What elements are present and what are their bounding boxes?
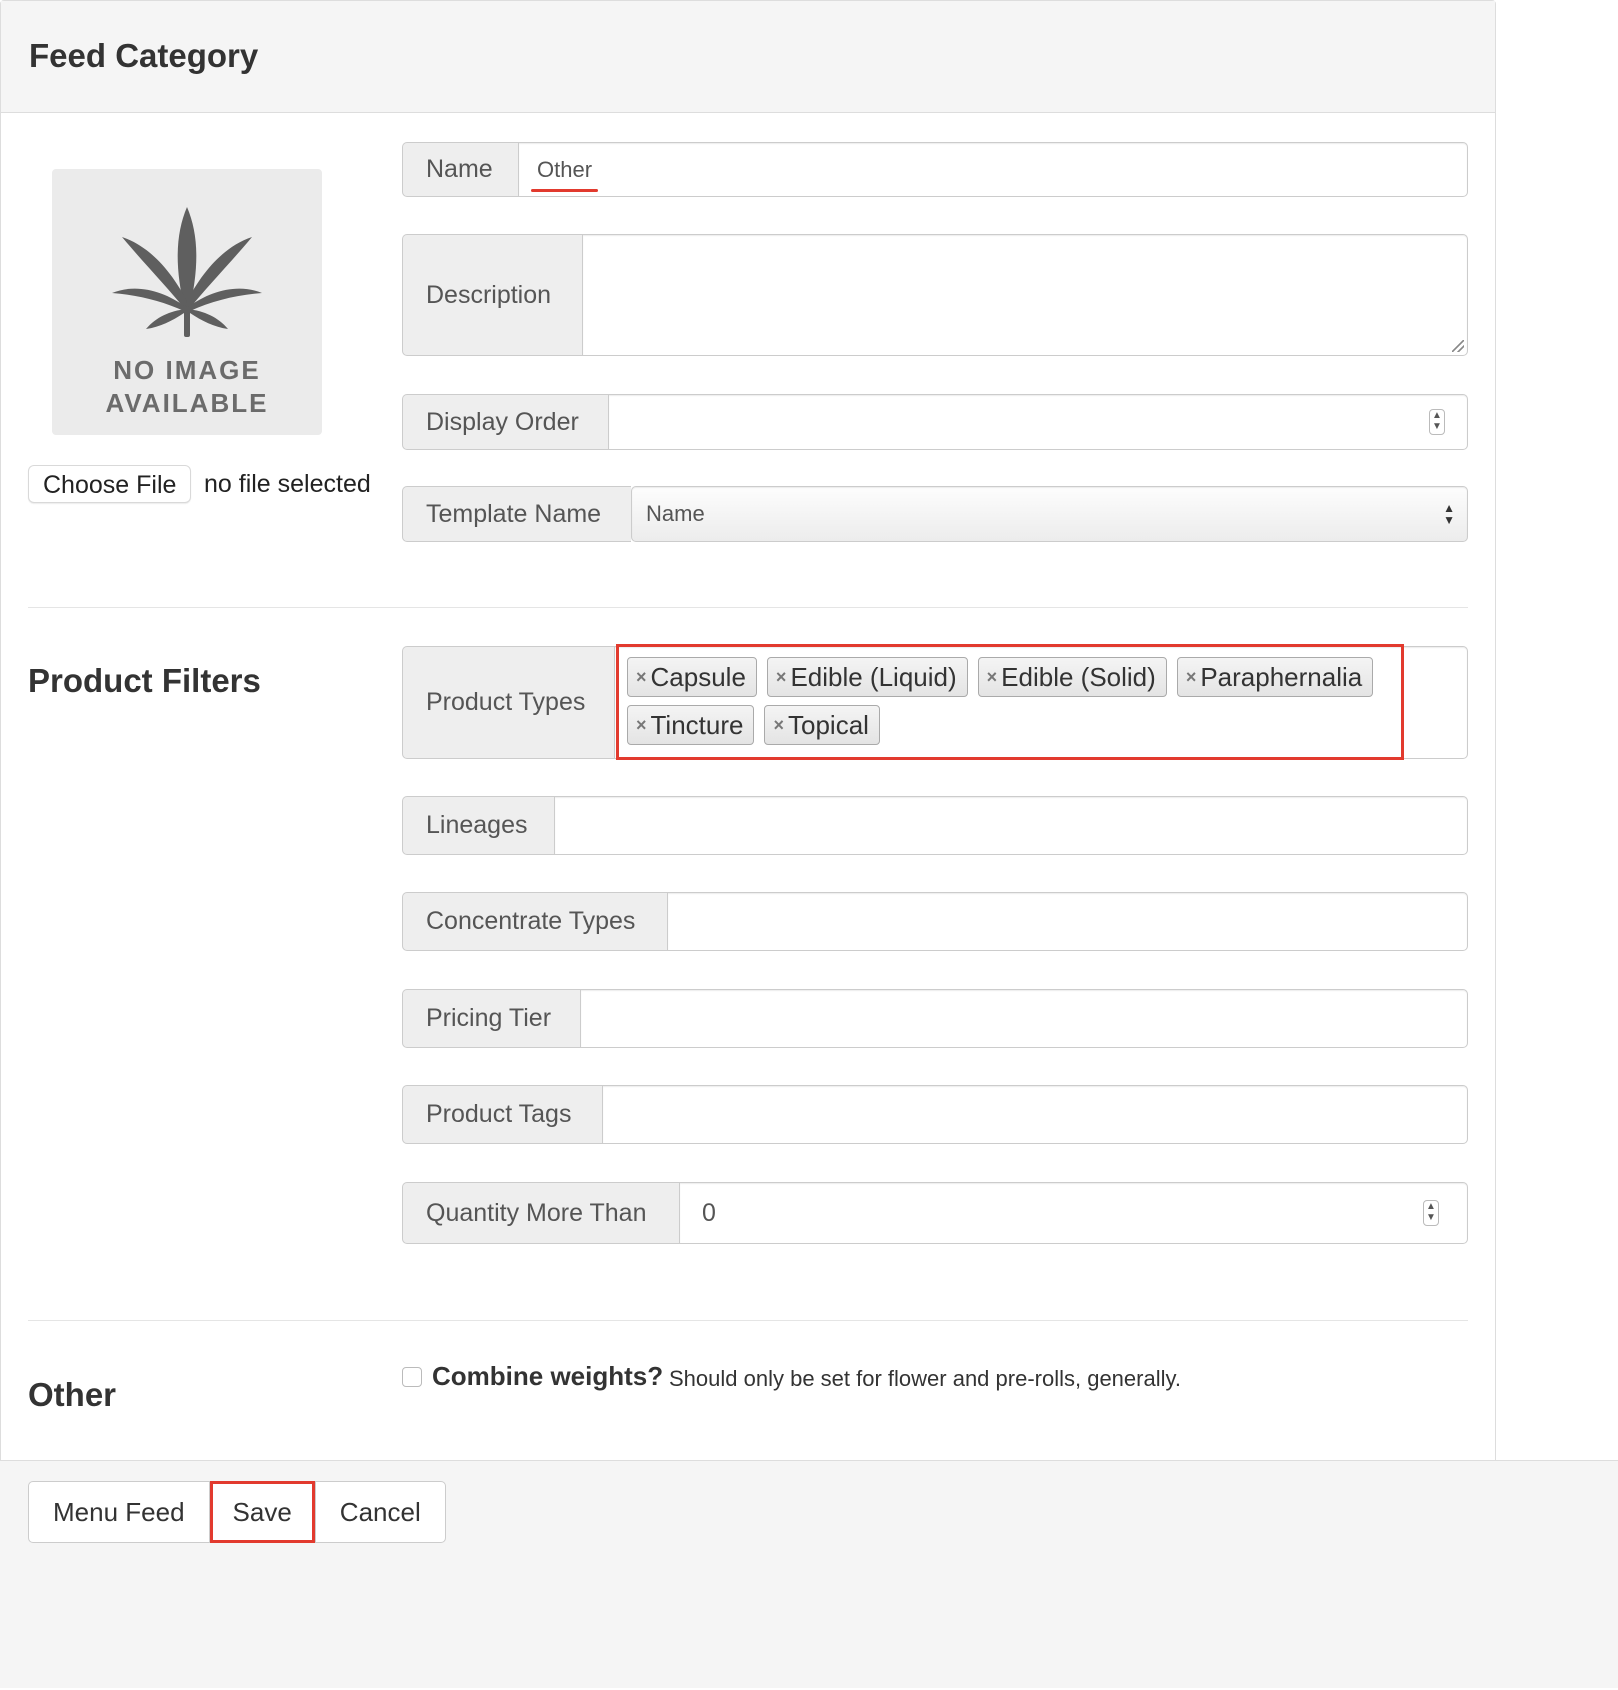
remove-tag-icon[interactable]: × bbox=[1186, 667, 1197, 688]
lineages-field-group: Lineages bbox=[402, 796, 1468, 855]
category-image-placeholder: NO IMAGE AVAILABLE bbox=[52, 169, 322, 435]
quantity-more-than-value: 0 bbox=[702, 1198, 716, 1227]
product-tags-input[interactable] bbox=[602, 1085, 1468, 1144]
name-input[interactable]: Other bbox=[518, 142, 1468, 197]
remove-tag-icon[interactable]: × bbox=[773, 715, 784, 736]
name-value: Other bbox=[530, 156, 599, 192]
product-types-tags: × Capsule × Edible (Liquid) × Edible (Solid… bbox=[616, 644, 1404, 760]
concentrate-types-field-group: Concentrate Types bbox=[402, 892, 1468, 951]
lineages-input[interactable] bbox=[554, 796, 1468, 855]
remove-tag-icon[interactable]: × bbox=[636, 715, 647, 736]
lineages-label: Lineages bbox=[402, 796, 554, 855]
divider bbox=[28, 607, 1468, 608]
template-name-selected: Name bbox=[646, 501, 705, 526]
tag-label: Topical bbox=[788, 709, 869, 740]
select-arrows-icon: ▲ ▼ bbox=[1443, 501, 1455, 527]
pricing-tier-input[interactable] bbox=[580, 989, 1468, 1048]
tag-capsule: × Capsule bbox=[627, 657, 757, 697]
other-section-title: Other bbox=[28, 1376, 117, 1413]
tag-topical: × Topical bbox=[764, 705, 880, 745]
menu-feed-button[interactable]: Menu Feed bbox=[28, 1481, 210, 1543]
choose-file-button[interactable]: Choose File bbox=[28, 465, 192, 503]
divider bbox=[28, 1320, 1468, 1321]
name-field-group: Name Other bbox=[402, 142, 1468, 197]
cannabis-leaf-icon bbox=[112, 207, 262, 337]
panel-heading: Feed Category bbox=[1, 1, 1495, 113]
tag-paraphernalia: × Paraphernalia bbox=[1176, 657, 1374, 697]
tag-label: Edible (Liquid) bbox=[790, 661, 957, 692]
file-status-text: no file selected bbox=[204, 470, 371, 498]
product-tags-label: Product Tags bbox=[402, 1085, 602, 1144]
number-spinner-icon[interactable]: ▲ ▼ bbox=[1423, 1200, 1439, 1226]
page-title: Feed Category bbox=[29, 37, 259, 74]
combine-weights-help: Should only be set for flower and pre-ro… bbox=[669, 1366, 1181, 1391]
product-types-label: Product Types bbox=[402, 646, 614, 759]
tag-edible-solid: × Edible (Solid) bbox=[977, 657, 1167, 697]
tag-label: Edible (Solid) bbox=[1001, 661, 1156, 692]
quantity-more-than-field-group: Quantity More Than 0 ▲ ▼ bbox=[402, 1182, 1468, 1244]
footer-button-group: Menu Feed Save Cancel bbox=[28, 1481, 446, 1543]
display-order-label: Display Order bbox=[402, 394, 608, 450]
combine-weights-label[interactable]: Combine weights? bbox=[432, 1361, 663, 1392]
no-image-text-line1: NO IMAGE bbox=[113, 355, 261, 385]
display-order-field-group: Display Order ▲ ▼ bbox=[402, 394, 1468, 450]
concentrate-types-label: Concentrate Types bbox=[402, 892, 667, 951]
pricing-tier-label: Pricing Tier bbox=[402, 989, 580, 1048]
product-filters-title: Product Filters bbox=[28, 662, 261, 699]
no-image-text-line2: AVAILABLE bbox=[105, 388, 269, 418]
product-tags-field-group: Product Tags bbox=[402, 1085, 1468, 1144]
concentrate-types-input[interactable] bbox=[667, 892, 1468, 951]
display-order-input[interactable]: ▲ ▼ bbox=[608, 394, 1468, 450]
quantity-more-than-input[interactable]: 0 ▲ ▼ bbox=[679, 1182, 1468, 1244]
tag-label: Tincture bbox=[650, 709, 744, 740]
template-name-field-group: Template Name Name ▲ ▼ bbox=[402, 486, 1468, 542]
cancel-button[interactable]: Cancel bbox=[314, 1481, 446, 1543]
combine-weights-checkbox[interactable] bbox=[402, 1367, 422, 1387]
description-textarea[interactable] bbox=[582, 234, 1468, 356]
description-label: Description bbox=[402, 234, 582, 356]
remove-tag-icon[interactable]: × bbox=[636, 667, 647, 688]
tag-label: Capsule bbox=[650, 661, 746, 692]
pricing-tier-field-group: Pricing Tier bbox=[402, 989, 1468, 1048]
remove-tag-icon[interactable]: × bbox=[987, 667, 998, 688]
name-label: Name bbox=[402, 142, 518, 197]
quantity-more-than-label: Quantity More Than bbox=[402, 1182, 679, 1244]
tag-label: Paraphernalia bbox=[1200, 661, 1363, 692]
tag-tincture: × Tincture bbox=[627, 705, 755, 745]
save-button[interactable]: Save bbox=[209, 1481, 315, 1543]
description-field-group: Description bbox=[402, 234, 1468, 356]
template-name-select[interactable]: Name ▲ ▼ bbox=[631, 486, 1468, 542]
remove-tag-icon[interactable]: × bbox=[776, 667, 787, 688]
tag-edible-liquid: × Edible (Liquid) bbox=[766, 657, 968, 697]
number-spinner-icon[interactable]: ▲ ▼ bbox=[1429, 409, 1445, 435]
resize-grip-icon[interactable] bbox=[1452, 340, 1464, 352]
template-name-label: Template Name bbox=[402, 486, 631, 542]
